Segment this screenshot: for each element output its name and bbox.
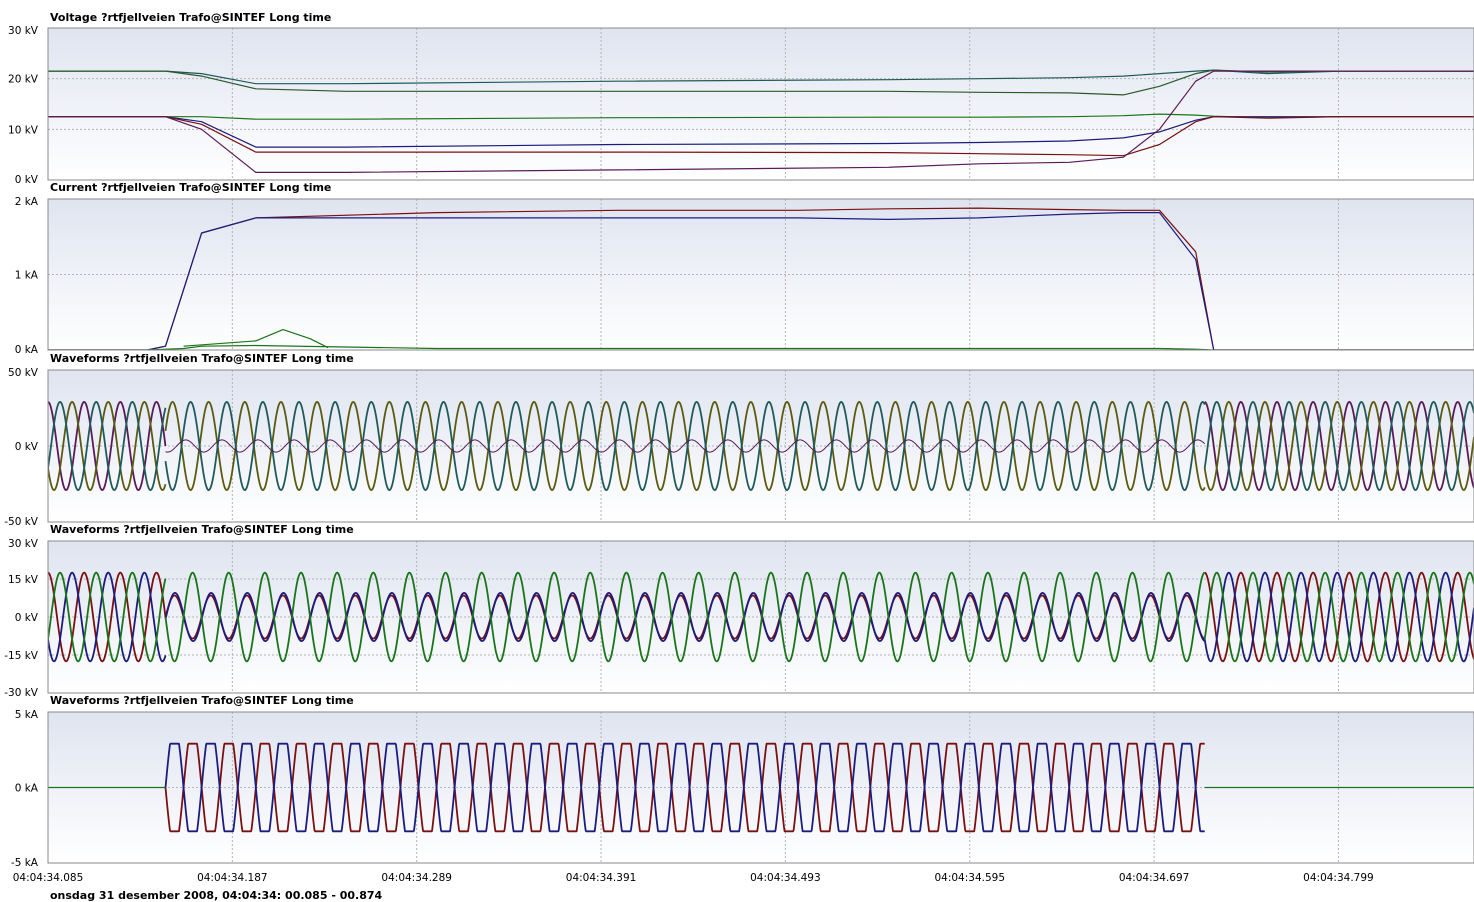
plot-area [48, 28, 1474, 180]
x-tick-label: 04:04:34.391 [566, 872, 637, 884]
panel-title: Waveforms ?rtfjellveien Trafo@SINTEF Lon… [50, 694, 354, 707]
x-tick-label: 04:04:34.289 [381, 872, 452, 884]
x-tick-label: 04:04:34.085 [13, 872, 84, 884]
y-tick-label: 5 kA [15, 709, 39, 721]
y-tick-label: 30 kV [8, 25, 39, 37]
y-tick-label: -30 kV [4, 687, 39, 699]
chart-panel-4: 30 kV 15 kV 0 kV -15 kV -30 kV Waveforms ?rtf… [4, 523, 1474, 699]
record-timespan-footer: onsdag 31 desember 2008, 04:04:34: 00.08… [50, 889, 383, 902]
y-tick-label: 0 kV [15, 174, 39, 186]
y-tick-label: 10 kV [8, 124, 39, 136]
y-tick-label: 2 kA [15, 196, 39, 208]
chart-panel-2: 2 kA 1 kA 0 kA Current ?rtfjellveien Trafo@… [15, 181, 1474, 356]
y-tick-label: 1 kA [15, 270, 39, 282]
y-tick-label: -15 kV [4, 650, 39, 662]
y-tick-label: 0 kA [15, 783, 39, 795]
x-tick-label: 04:04:34.595 [934, 872, 1005, 884]
y-tick-label: 15 kV [8, 574, 39, 586]
y-tick-label: -5 kA [11, 857, 39, 869]
y-tick-label: 20 kV [8, 74, 39, 86]
chart-panel-3: 50 kV 0 kV -50 kV Waveforms ?rtfjellveien T… [4, 352, 1474, 528]
y-tick-label: 0 kA [15, 344, 39, 356]
panel-title: Current ?rtfjellveien Trafo@SINTEF Long … [50, 181, 331, 194]
y-tick-label: -50 kV [4, 516, 39, 528]
chart-panel-1: 30 kV 20 kV 10 kV 0 kV Voltage ?rtfjellveien… [8, 11, 1474, 186]
y-tick-label: 0 kV [15, 612, 39, 624]
panel-title: Waveforms ?rtfjellveien Trafo@SINTEF Lon… [50, 352, 354, 365]
panel-title: Voltage ?rtfjellveien Trafo@SINTEF Long … [50, 11, 331, 24]
chart-panel-5: 5 kA 0 kA -5 kA Waveforms ?rtfjellveien Tra… [11, 694, 1474, 869]
x-tick-label: 04:04:34.799 [1303, 872, 1374, 884]
y-tick-label: 30 kV [8, 538, 39, 550]
panel-title: Waveforms ?rtfjellveien Trafo@SINTEF Lon… [50, 523, 354, 536]
x-tick-label: 04:04:34.187 [197, 872, 268, 884]
y-tick-label: 50 kV [8, 367, 39, 379]
x-tick-label: 04:04:34.697 [1119, 872, 1190, 884]
time-axis: 04:04:34.085 04:04:34.187 04:04:34.289 04:0… [13, 872, 1374, 884]
chart-panels: 30 kV 20 kV 10 kV 0 kV Voltage ?rtfjellveien… [4, 11, 1474, 869]
x-tick-label: 04:04:34.493 [750, 872, 821, 884]
event-record-chart: 30 kV 20 kV 10 kV 0 kV Voltage ?rtfjellveien… [4, 11, 1474, 902]
y-tick-label: 0 kV [15, 441, 39, 453]
